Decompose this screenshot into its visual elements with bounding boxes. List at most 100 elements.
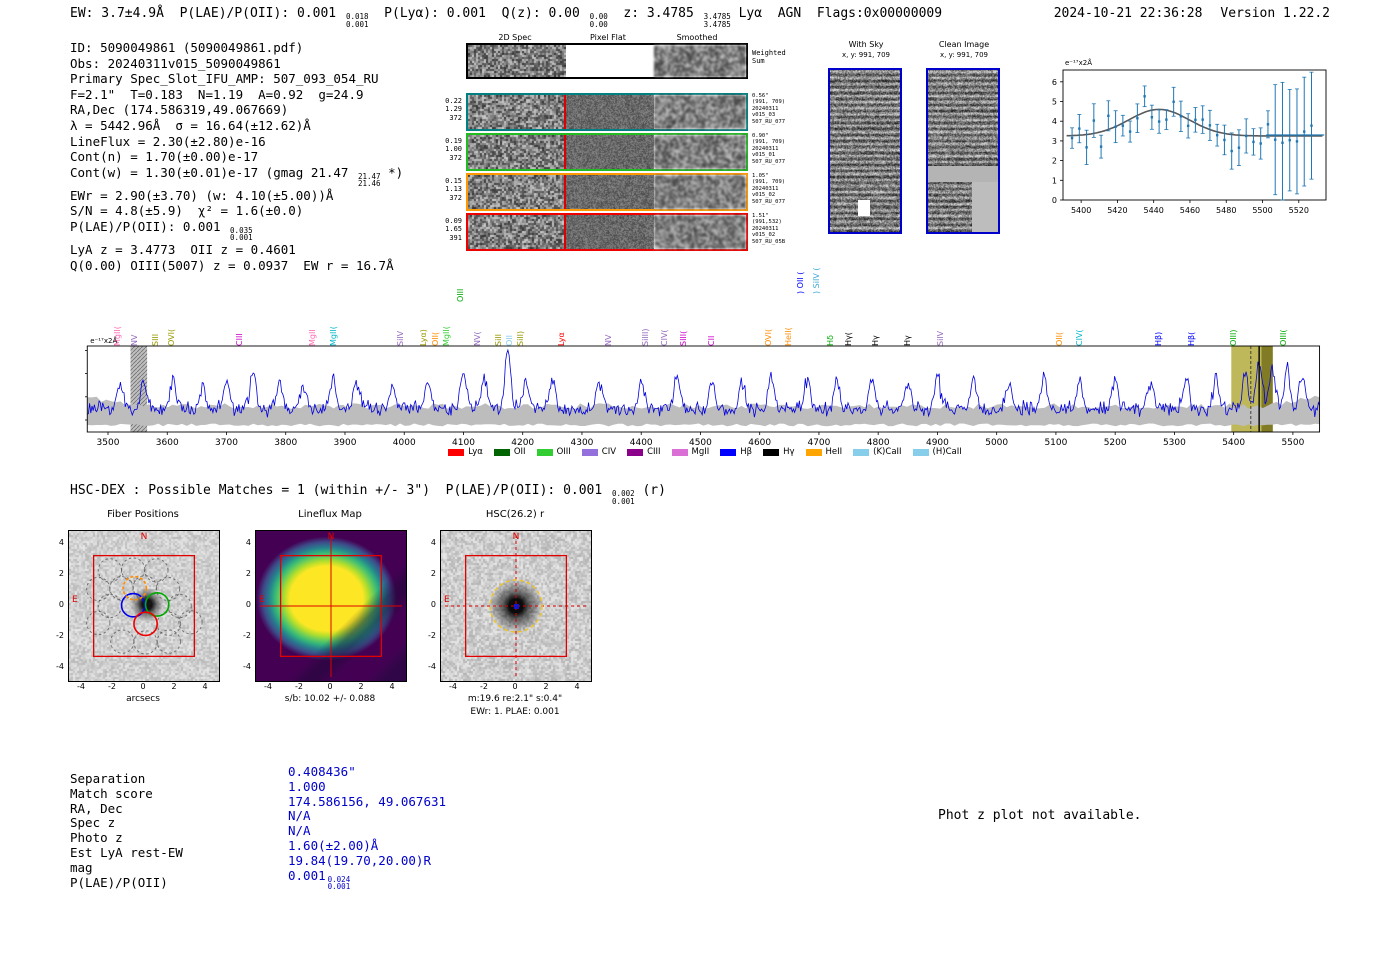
data-point (1092, 119, 1096, 122)
info-line: Cont(n) = 1.70(±0.00)e-17 (70, 149, 403, 165)
data-point (1172, 100, 1175, 103)
match-table-label: Match score (70, 785, 153, 801)
fiber-ytick-label: 2 (58, 569, 64, 578)
smoothed-image (654, 135, 746, 169)
legend-label: (K)CaII (873, 447, 902, 457)
right-label-line: Weighted (752, 49, 786, 57)
text-segment: *) (380, 164, 404, 180)
inset-xtick-label: 5400 (1071, 206, 1091, 215)
spec2d-row (466, 213, 748, 251)
spec2d-image (468, 135, 566, 169)
spec2d-row-right-label: 1.51" (991,532) 20240311 v015_02 507_RU_05B (752, 213, 810, 245)
value-text: N/A (288, 808, 311, 824)
value-uncertainty-stack: 0.00 0.00 (590, 13, 608, 28)
line-fit-inset-chart: 5400 5420 5440 5460 5480 5500 5520 0 1 2 3 4 5 6 e⁻¹⁷x… (1052, 58, 1327, 215)
text-segment: Primary Spec_Slot_IFU_AMP: 507_093_054_R… (70, 71, 379, 87)
legend-swatch (671, 448, 688, 456)
right-label-line: 507_RU_05B (752, 238, 786, 245)
north-label: N (327, 532, 335, 542)
photz-note: Phot z plot not available. (938, 808, 1142, 823)
fiber-xtick-label: 4 (202, 682, 208, 691)
info-line: LyA z = 3.4773 OII z = 0.4601 (70, 242, 403, 258)
pixel-flat-image (566, 95, 654, 129)
header-summary-line: EW: 3.7±4.9Å P(LAE)/P(OII): 0.001 0.018 0… (70, 6, 942, 28)
legend-label: OII (513, 447, 526, 457)
inset-xtick-label: 5520 (1289, 206, 1309, 215)
clean-image-coords: x, y: 991, 709 (940, 51, 988, 59)
text-segment: LineFlux = 2.30(±2.80)e-16 (70, 133, 266, 149)
stack-lower: 0.001 (230, 233, 253, 243)
lineflux-ytick-label: 0 (245, 600, 251, 609)
data-point (1252, 140, 1255, 144)
red-separator-line (564, 95, 566, 129)
smoothed-image (654, 215, 746, 249)
inset-ytick-label: 4 (1052, 117, 1057, 126)
text-segment: Cont(w) = 1.30(±0.01)e-17 (gmag 21.47 (70, 164, 356, 180)
spec2d-image (468, 45, 566, 77)
value-text: 19.84(19.70,20.00)R (288, 852, 431, 868)
text-segment: RA,Dec (174.586319,49.067669) (70, 102, 289, 118)
data-point (1150, 116, 1154, 119)
data-point (1223, 138, 1226, 142)
data-point (1215, 133, 1219, 137)
lineflux-map-plot: N E (255, 530, 407, 682)
fiber-panel-title: Fiber Positions (107, 509, 179, 520)
red-separator-line (564, 215, 566, 249)
inset-ytick-label: 6 (1052, 78, 1057, 87)
header-meta: 2024-10-21 22:36:28 Version 1.22.2 (1054, 6, 1330, 21)
lineflux-ytick-label: -4 (243, 662, 251, 671)
hsc-xtick-label: -4 (449, 682, 457, 691)
data-point (1165, 118, 1168, 121)
value-uncertainty-stack: 21.47 21.46 (358, 173, 381, 188)
with-sky-panel: With Sky x, y: 991, 709 (828, 40, 904, 240)
left-label-line: 372 (449, 193, 462, 202)
smoothed-image (654, 175, 746, 209)
detection-info-block: ID: 5090049861 (5090049861.pdf) Obs: 2024… (70, 40, 403, 273)
right-label-line: 507_RU_077 (752, 198, 786, 205)
report-timestamp: 2024-10-21 22:36:28 (1053, 6, 1203, 21)
text-segment: P(LAE)/P(OII): 0.001 (70, 218, 229, 234)
lineflux-caption: s/b: 10.02 +/- 0.088 (284, 694, 376, 704)
data-point (1230, 149, 1233, 153)
hsc-xtick-label: 4 (574, 682, 580, 691)
hsc-overlay (445, 535, 587, 677)
data-point (1114, 125, 1117, 128)
spec2d-row (466, 93, 748, 131)
data-point (1244, 134, 1248, 138)
inset-ylabel: e⁻¹⁷x2Å (1065, 58, 1092, 67)
legend-item: (H)CaII (912, 447, 962, 457)
legend-swatch (627, 448, 644, 456)
data-point (1274, 138, 1277, 141)
spec2d-row-left-label: 0.22 1.29 372 (440, 97, 462, 122)
fiber-xtick-label: -2 (108, 682, 116, 691)
lineflux-xtick-label: 4 (389, 682, 395, 691)
spec2d-col-header: Pixel Flat (590, 33, 626, 42)
red-separator-line (564, 135, 566, 169)
legend-swatch (720, 448, 737, 456)
stack-lower: 3.4785 (703, 19, 731, 29)
pixel-flat-image (566, 215, 654, 249)
lineflux-ytick-label: 2 (245, 569, 251, 578)
legend-item: CIII (627, 447, 661, 457)
fiber-positions-plot: N E (68, 530, 220, 682)
value-uncertainty-stack: 0.002 0.001 (612, 490, 635, 505)
fiber-circle (97, 558, 123, 583)
text-segment: Lyα AGN Flags:0x00000009 (730, 6, 943, 21)
spec2d-row (466, 173, 748, 211)
hsc-caption-1: m:19.6 re:2.1" s:0.4" (467, 694, 563, 704)
fiber-circle (155, 576, 181, 602)
lineflux-panel-title: Lineflux Map (298, 509, 362, 520)
data-point (1201, 118, 1204, 121)
clean-gray-band (928, 166, 998, 182)
north-label: N (140, 532, 148, 542)
fiber-circle (86, 610, 111, 636)
match-table-label: Separation (70, 771, 146, 786)
match-table-value: 0.001 0.024 0.001 (288, 868, 446, 891)
match-table-value: 1.000 (288, 779, 446, 795)
value-text: 1.60(±2.00)Å (288, 837, 379, 853)
legend-swatch (853, 448, 870, 456)
fiber-ytick-label: 4 (58, 538, 64, 547)
text-segment: S/N = 4.8(±5.9) χ² = 1.6(±0.0) (70, 203, 304, 219)
legend-item: MgII (671, 447, 709, 457)
smoothed-image (654, 45, 746, 77)
